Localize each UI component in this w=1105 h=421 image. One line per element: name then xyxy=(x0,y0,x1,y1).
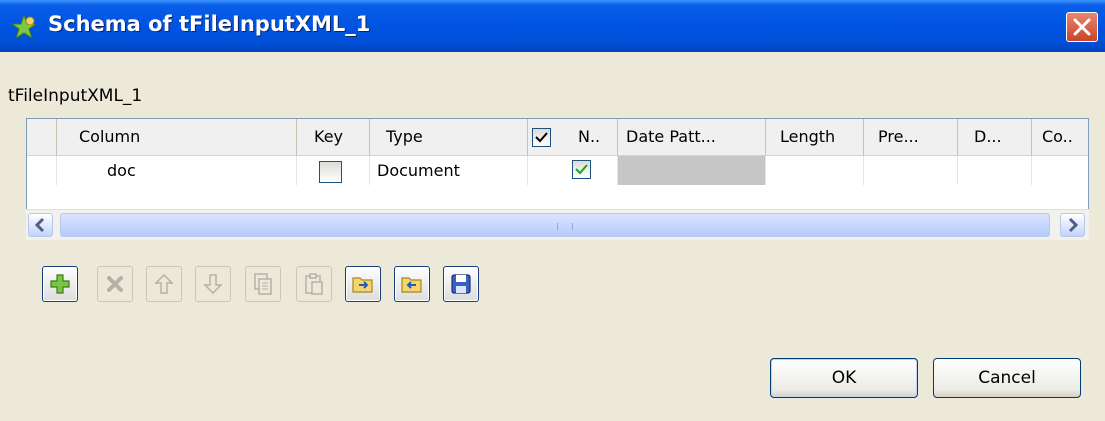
table-header: Column Key Type N.. Date Patt... Length … xyxy=(27,119,1088,156)
check-icon xyxy=(575,164,588,175)
move-down-button[interactable] xyxy=(195,266,231,302)
add-icon xyxy=(50,274,70,294)
header-nullable[interactable]: N.. xyxy=(528,119,618,155)
add-row-button[interactable] xyxy=(42,266,78,302)
header-comment[interactable]: Co.. xyxy=(1032,119,1088,155)
cell-column[interactable]: doc xyxy=(57,156,297,185)
import-schema-icon xyxy=(352,277,373,293)
header-type[interactable]: Type xyxy=(370,119,528,155)
delete-icon xyxy=(107,276,123,292)
cell-length[interactable] xyxy=(766,156,864,185)
nullable-header-checkbox[interactable] xyxy=(532,128,551,147)
close-button[interactable] xyxy=(1066,12,1098,42)
cell-nullable[interactable] xyxy=(528,156,618,185)
paste-icon xyxy=(305,273,323,295)
import-schema-button[interactable] xyxy=(345,266,381,302)
chevron-right-icon xyxy=(1068,217,1079,233)
move-up-button[interactable] xyxy=(146,266,182,302)
header-key[interactable]: Key xyxy=(297,119,370,155)
scrollbar-thumb[interactable] xyxy=(60,213,1050,237)
save-icon xyxy=(451,274,471,294)
arrow-up-icon xyxy=(154,273,174,294)
close-icon xyxy=(1073,18,1091,36)
header-default[interactable]: D... xyxy=(958,119,1032,155)
header-precision[interactable]: Pre... xyxy=(864,119,958,155)
cell-date-pattern[interactable] xyxy=(618,156,766,185)
paste-button[interactable] xyxy=(296,266,332,302)
remove-row-button[interactable] xyxy=(97,266,133,302)
check-icon xyxy=(535,132,548,143)
export-schema-icon xyxy=(401,277,422,293)
header-date-pattern[interactable]: Date Patt... xyxy=(618,119,766,155)
cancel-button[interactable]: Cancel xyxy=(933,358,1081,398)
cell-key[interactable] xyxy=(297,156,370,185)
cell-precision[interactable] xyxy=(864,156,958,185)
copy-icon xyxy=(254,273,272,295)
header-column[interactable]: Column xyxy=(57,119,297,155)
ok-button[interactable]: OK xyxy=(770,358,918,398)
schema-dialog: Schema of tFileInputXML_1 tFileInputXML_… xyxy=(0,0,1105,421)
key-checkbox[interactable] xyxy=(319,161,342,183)
header-length[interactable]: Length xyxy=(766,119,864,155)
row-header-corner xyxy=(27,119,57,155)
window-title: Schema of tFileInputXML_1 xyxy=(48,12,371,36)
copy-button[interactable] xyxy=(245,266,281,302)
cell-default[interactable] xyxy=(958,156,1032,185)
cell-comment[interactable] xyxy=(1032,156,1088,185)
scroll-left-button[interactable] xyxy=(28,213,53,237)
component-icon xyxy=(10,13,38,40)
cell-type[interactable]: Document xyxy=(370,156,528,185)
chevron-left-icon xyxy=(34,217,45,233)
header-nullable-label: N.. xyxy=(578,127,601,146)
horizontal-scrollbar[interactable] xyxy=(26,209,1089,240)
title-bar[interactable]: Schema of tFileInputXML_1 xyxy=(0,0,1105,52)
scroll-right-button[interactable] xyxy=(1060,213,1085,237)
table-row[interactable]: doc Document xyxy=(27,156,1088,185)
row-header xyxy=(27,156,57,185)
export-schema-button[interactable] xyxy=(394,266,430,302)
nullable-checkbox[interactable] xyxy=(572,160,591,179)
save-schema-button[interactable] xyxy=(443,266,479,302)
component-label: tFileInputXML_1 xyxy=(8,86,143,106)
arrow-down-icon xyxy=(203,274,223,295)
